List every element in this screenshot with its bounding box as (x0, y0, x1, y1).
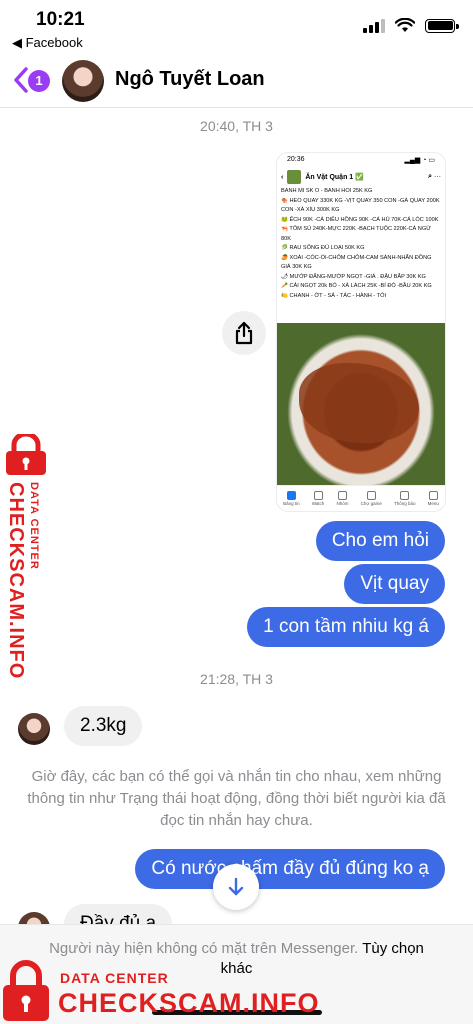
screenshot-tab-notifications: Thông báo (394, 491, 416, 506)
screenshot-page-name: Ăn Vặt Quận 1 ✅ (305, 174, 364, 181)
screenshot-system-icons: ▂▄▆ ◔ ▭ (404, 157, 435, 164)
price-line: 🌶 MƯỚP ĐẮNG-MƯỚP NGỌT -GIÁ . ĐẬU BẮP 30K… (281, 273, 426, 280)
price-line: 🥕 CẢI NGỌT 20k BÓ - XÀ LÁCH 25K -BÍ ĐỎ -… (281, 283, 432, 289)
system-icons (363, 18, 459, 33)
screenshot-back-icon: ‹ (281, 173, 284, 181)
screenshot-search-icon: ⌕ ⋯ (428, 173, 441, 180)
screenshot-status-bar: 20:36 ▂▄▆ ◔ ▭ (277, 153, 445, 167)
watermark-sub-vertical: DATA CENTER (28, 482, 40, 570)
price-line: BANH MI SK O - BANH HOI 25K KG (281, 188, 373, 194)
contact-name[interactable]: Ngô Tuyết Loan (115, 68, 265, 91)
sender-avatar[interactable] (18, 713, 50, 745)
unread-count-badge: 1 (28, 70, 50, 92)
contact-avatar[interactable] (62, 60, 104, 102)
status-bar: 10:21 ◀ Facebook (0, 0, 473, 54)
share-button[interactable] (222, 311, 266, 355)
screenshot-tab-gaming: Chợ game (361, 491, 382, 506)
wifi-icon (395, 18, 415, 32)
cellular-signal-icon (363, 18, 385, 33)
watermark-brand: CHECKSCAM.INFO (58, 988, 320, 1018)
screenshot-tab-home: Bảng tin (283, 491, 300, 506)
chat-header: 1 Ngô Tuyết Loan (0, 54, 473, 108)
watermark-lock-icon (3, 960, 49, 1021)
watermark-lock-icon (6, 434, 46, 475)
message-timestamp: 21:28, TH 3 (200, 671, 273, 687)
incoming-message[interactable]: 2.3kg (64, 706, 143, 746)
watermark-brand-vertical: CHECKSCAM.INFO (5, 482, 27, 680)
screenshot-page-header: ‹ Ăn Vặt Quận 1 ✅ ⌕ ⋯ (277, 167, 445, 187)
outgoing-message[interactable]: 1 con tầm nhiu kg á (247, 607, 445, 647)
shared-screenshot-image[interactable]: 20:36 ▂▄▆ ◔ ▭ ‹ Ăn Vặt Quận 1 ✅ ⌕ ⋯ BANH… (276, 152, 446, 512)
arrow-down-icon (228, 877, 244, 896)
price-line: 🥭 XOÀI -CÓC-ỔI-CHÔM CHÔM-CAM SÀNH-NHÃN Đ… (281, 254, 432, 271)
price-line: 🐸 ẾCH 90K -CÁ DIÊU HỒNG 90K -CÁ HÚ 70K-C… (281, 216, 439, 223)
screenshot-price-list: BANH MI SK O - BANH HOI 25K KG 🍖 HEO QUA… (277, 187, 445, 323)
price-line: 🥬 RAU SỐNG ĐỦ LOẠI 50K KG (281, 245, 365, 251)
outgoing-message[interactable]: Cho em hỏi (315, 521, 445, 561)
screenshot-time: 20:36 (287, 156, 305, 163)
screenshot-tab-menu: Menu (428, 491, 439, 506)
screenshot-tab-bar: Bảng tin Watch Nhóm Chợ game Thông báo M… (277, 485, 445, 511)
share-icon (235, 321, 253, 345)
status-time: 10:21 (36, 9, 85, 30)
battery-icon (425, 18, 459, 33)
outgoing-message[interactable]: Có nước chấm đầy đủ đúng ko ạ (135, 849, 445, 889)
screenshot-tab-watch: Watch (312, 491, 324, 506)
roast-duck-photo (277, 323, 445, 485)
message-timestamp: 20:40, TH 3 (200, 118, 273, 134)
screenshot-tab-groups: Nhóm (336, 491, 348, 506)
price-line: 🍖 HEO QUAY 330K KG -VỊT QUAY 350 CON -GÀ… (281, 197, 440, 214)
watermark-sub: DATA CENTER (60, 970, 169, 986)
unavailable-text: Người này hiện không có mặt trên Messeng… (49, 940, 359, 957)
screenshot-page-thumbnail (287, 170, 302, 184)
back-to-app-link[interactable]: ◀ Facebook (12, 35, 83, 51)
outgoing-message[interactable]: Vịt quay (344, 564, 445, 604)
scroll-to-bottom-button[interactable] (213, 864, 259, 910)
price-line: 🍋 CHANH - ỚT - SẢ - TÁC - HÀNH - TỎI (281, 292, 386, 299)
system-notice: Giờ đây, các bạn có thể gọi và nhắn tin … (27, 768, 446, 829)
price-line: 🦐 TÔM SÚ 240K-MỰC 220K -BẠCH TUỘC 220K-C… (281, 226, 431, 242)
